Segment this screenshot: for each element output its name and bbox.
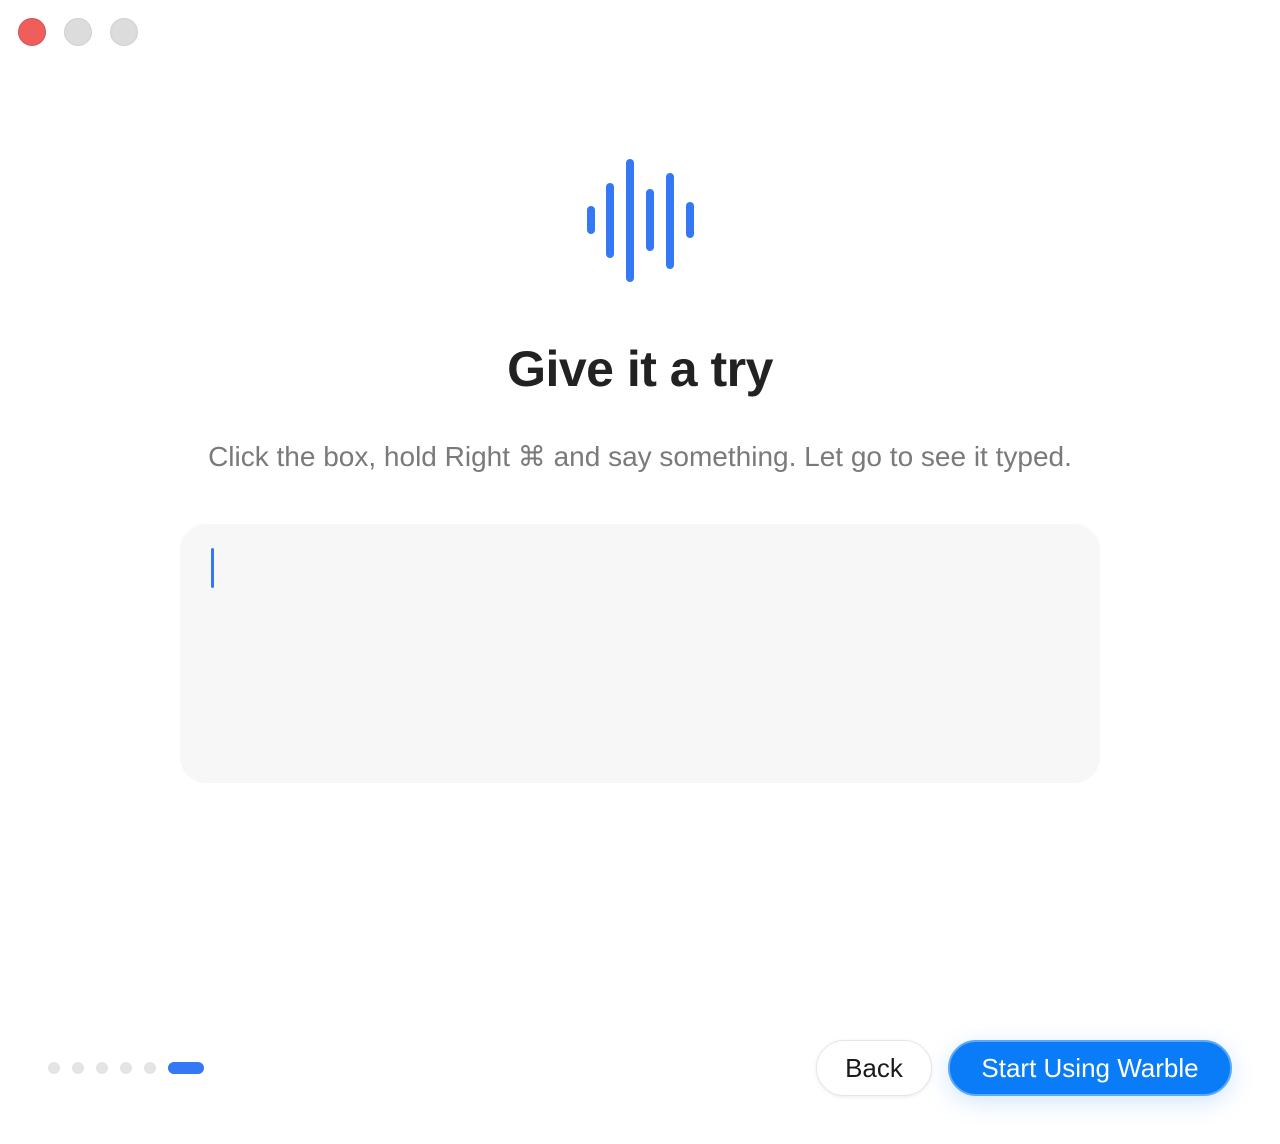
step-dot xyxy=(72,1062,84,1074)
back-button[interactable]: Back xyxy=(816,1040,932,1096)
onboarding-window: Give it a try Click the box, hold Right … xyxy=(0,0,1280,1144)
maximize-window-button[interactable] xyxy=(110,18,138,46)
text-caret xyxy=(211,548,214,588)
window-controls xyxy=(18,18,138,46)
step-dot xyxy=(120,1062,132,1074)
try-dictation-input[interactable] xyxy=(180,524,1100,783)
step-indicator xyxy=(48,1062,204,1074)
start-using-button[interactable]: Start Using Warble xyxy=(948,1040,1232,1096)
waveform-icon xyxy=(587,159,694,282)
close-window-button[interactable] xyxy=(18,18,46,46)
step-dot-current xyxy=(168,1062,204,1074)
step-dot xyxy=(96,1062,108,1074)
step-dot xyxy=(144,1062,156,1074)
instruction-text: Click the box, hold Right ⌘ and say some… xyxy=(208,441,1072,472)
page-title: Give it a try xyxy=(507,341,773,397)
step-dot xyxy=(48,1062,60,1074)
minimize-window-button[interactable] xyxy=(64,18,92,46)
